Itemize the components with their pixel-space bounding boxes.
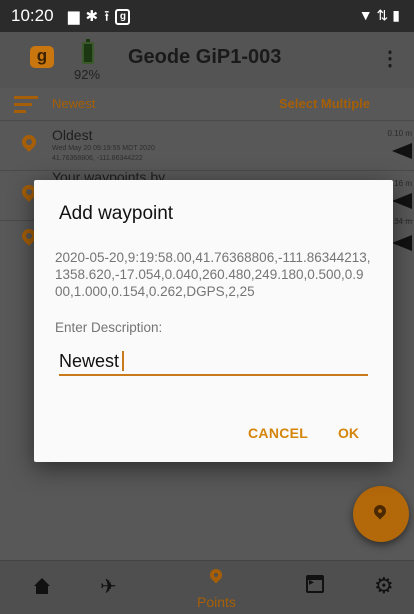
geode-app-icon: g (115, 9, 131, 26)
data-icon: ⇅ (376, 7, 393, 23)
wifi-icon: ▼ (358, 7, 377, 23)
upload-icon: ⭱ (104, 8, 116, 25)
description-label: Enter Description: (55, 320, 163, 335)
gear-icon: ✱ (85, 8, 105, 25)
dialog-gps-data: 2020-05-20,9:19:58.00,41.76368806,-111.8… (55, 250, 371, 299)
status-time: 10:20 (11, 6, 54, 25)
cancel-button[interactable]: CANCEL (248, 425, 308, 441)
description-input[interactable] (59, 348, 368, 376)
status-left-icons: ▆✱⭱ g (68, 6, 131, 31)
image-icon: ▆ (68, 8, 86, 25)
add-waypoint-dialog: Add waypoint 2020-05-20,9:19:58.00,41.76… (34, 180, 393, 462)
status-bar: 10:20 ▆✱⭱ g ▼⇅▮ (0, 0, 414, 32)
ok-button[interactable]: OK (338, 425, 359, 441)
dialog-title: Add waypoint (59, 203, 174, 224)
battery-icon: ▮ (392, 7, 404, 23)
status-right-icons: ▼⇅▮ (359, 7, 404, 24)
text-cursor (122, 351, 124, 371)
